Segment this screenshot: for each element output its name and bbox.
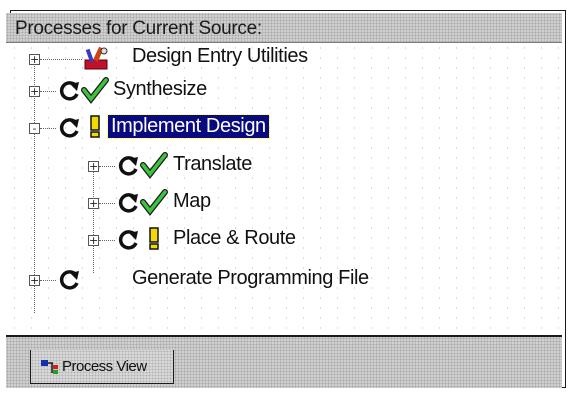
tree-item-implement-design[interactable]: - Implement Design (6, 113, 562, 143)
tree-connector (40, 128, 56, 129)
process-refresh-icon (59, 270, 79, 290)
tree-connector-child (93, 165, 94, 273)
collapse-toggle[interactable]: - (29, 123, 40, 134)
warning-exclamation-icon (90, 115, 100, 138)
tree-connector (40, 280, 56, 281)
tab-process-view[interactable]: Process View (30, 350, 174, 384)
tree-item-place-and-route[interactable]: + Place & Route (6, 225, 562, 255)
checkmark-icon (81, 77, 109, 104)
process-refresh-icon (118, 193, 138, 213)
tab-strip: Process View (6, 337, 562, 388)
process-refresh-icon (59, 81, 79, 101)
tree-item-generate-programming-file[interactable]: + Generate Programming File (6, 265, 562, 295)
tree-item-label: Generate Programming File (132, 267, 369, 289)
tree-connector (40, 59, 82, 60)
tab-label: Process View (62, 358, 147, 375)
expand-toggle[interactable]: + (88, 161, 99, 172)
tree-item-label: Map (173, 190, 211, 212)
tools-icon (84, 46, 108, 70)
panel-title: Processes for Current Source: (15, 18, 262, 39)
tree-item-label: Place & Route (173, 227, 296, 249)
process-refresh-icon (118, 156, 138, 176)
expand-toggle[interactable]: + (88, 198, 99, 209)
tree-connector (99, 203, 115, 204)
tree-item-label: Synthesize (113, 78, 207, 100)
tree-item-design-entry-utilities[interactable]: + Design Entry Utilities (6, 43, 562, 73)
checkmark-icon (140, 189, 168, 216)
tree-item-label: Design Entry Utilities (132, 45, 308, 67)
tree-connector (99, 240, 115, 241)
tree-connector (40, 91, 56, 92)
warning-exclamation-icon (149, 227, 159, 250)
process-view-icon (41, 360, 58, 374)
process-refresh-icon (59, 118, 79, 138)
process-tree[interactable]: + Design Entry Utilities + Synthesize - (6, 43, 562, 337)
tree-connector (99, 166, 115, 167)
tree-item-translate[interactable]: + Translate (6, 151, 562, 181)
process-refresh-icon (118, 230, 138, 250)
expand-toggle[interactable]: + (29, 275, 40, 286)
expand-toggle[interactable]: + (29, 54, 40, 65)
tree-item-synthesize[interactable]: + Synthesize (6, 76, 562, 106)
tree-item-label-selected: Implement Design (107, 114, 270, 139)
tree-item-label: Translate (173, 153, 253, 175)
tree-item-map[interactable]: + Map (6, 188, 562, 218)
expand-toggle[interactable]: + (88, 235, 99, 246)
checkmark-icon (140, 152, 168, 179)
panel-titlebar: Processes for Current Source: (6, 13, 562, 43)
expand-toggle[interactable]: + (29, 86, 40, 97)
